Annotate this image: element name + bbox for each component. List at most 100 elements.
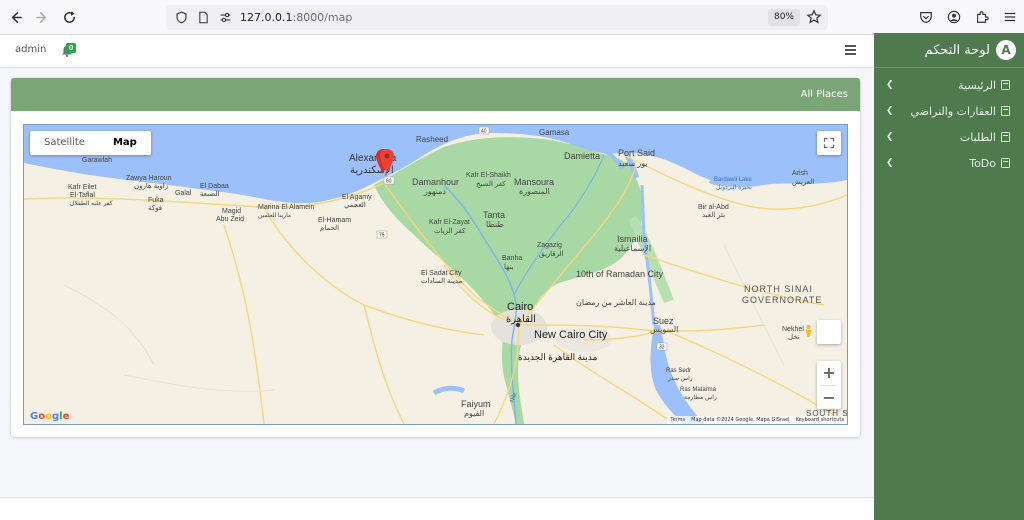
road-shield-33: 33 — [659, 345, 665, 351]
sidebar-item-requests[interactable]: ❮ الطلبات — [874, 124, 1024, 150]
label-kafr-eilet: Kafr Eilet — [68, 184, 96, 191]
label-port-said: Port Said — [618, 148, 655, 158]
permissions-icon[interactable] — [214, 7, 236, 29]
top-navbar: admin 0 — [0, 35, 874, 68]
pocket-icon[interactable] — [916, 7, 936, 27]
sidebar-toggle-icon[interactable] — [845, 45, 856, 55]
sidebar-item-label: الطلبات — [959, 130, 996, 144]
brand-text: لوحة التحكم — [924, 42, 990, 58]
map-type-map[interactable]: Map — [99, 131, 151, 155]
label-fuka: Fuka — [148, 197, 164, 204]
back-icon[interactable] — [2, 4, 28, 30]
label-port-said-ar: بور سعيد — [618, 159, 648, 168]
label-ismailia: Ismailia — [617, 234, 648, 244]
label-el-hamam: El-Hamam — [318, 217, 351, 224]
label-bir-al-abd-ar: بئر العبد — [702, 211, 725, 219]
sidebar-item-home[interactable]: ❮ الرئيسية — [874, 72, 1024, 98]
label-tenth-ramadan-ar: مدينة العاشر من رمضان — [576, 298, 656, 307]
label-kafr-el-sheikh-ar: كفر الشيخ — [476, 180, 506, 188]
chevron-left-icon: ❮ — [886, 132, 894, 142]
sidebar: لوحة التحكم A ❮ الرئيسية ❮ العقارات والن… — [874, 33, 1024, 520]
road-shield-60: 60 — [386, 179, 392, 185]
menu-icon[interactable] — [1000, 7, 1020, 27]
url-text: 127.0.0.1:8000/map — [240, 11, 353, 24]
label-el-agamy-ar: العجمي — [344, 201, 366, 209]
forward-icon[interactable] — [29, 4, 55, 30]
zoom-in-button[interactable]: + — [817, 361, 841, 385]
label-suez-ar: السويس — [650, 325, 678, 334]
street-view-button[interactable] — [805, 320, 841, 344]
book-icon — [1001, 106, 1010, 116]
map-attribution: Terms Map data ©2024 Google, Mapa GISrae… — [667, 416, 847, 424]
label-nekhel-ar: نخل — [788, 333, 800, 341]
google-logo[interactable]: Google — [30, 411, 69, 422]
label-bir-al-abd: Bir al-Abd — [698, 204, 729, 211]
book-icon — [1001, 132, 1010, 142]
label-ismailia-ar: الإسماعيلية — [614, 244, 651, 253]
label-el-dabaa: El Dabaa — [200, 183, 229, 190]
label-cairo: Cairo — [507, 301, 533, 313]
label-el-dabaa-ar: الضبعة — [200, 190, 219, 198]
zoom-level[interactable]: 80% — [767, 9, 800, 26]
label-faiyum: Faiyum — [461, 399, 491, 409]
shield-icon[interactable] — [170, 7, 192, 29]
map-canvas[interactable]: Alexandria الإسكندرية Rasheed Gamasa Dam… — [24, 125, 847, 424]
map-pin-icon[interactable] — [374, 145, 396, 175]
chevron-left-icon: ❮ — [886, 106, 894, 116]
label-mansoura: Mansoura — [514, 177, 554, 187]
label-damanhour-ar: دمنهور — [423, 187, 446, 196]
url-bar[interactable]: 127.0.0.1:8000/map 80% — [166, 5, 828, 30]
fullscreen-button[interactable] — [817, 131, 841, 155]
map-data-credit: Map data ©2024 Google, Mapa GISrael — [691, 417, 790, 423]
label-el-hamam-ar: الحمام — [320, 224, 339, 232]
places-card: All Places Alexandria الإسكندرية Rasheed… — [11, 78, 860, 437]
notification-badge: 0 — [66, 43, 76, 53]
label-tanta: Tanta — [483, 210, 505, 220]
zoom-control: + − — [817, 361, 841, 409]
fullscreen-icon — [823, 137, 835, 149]
label-kafr-el-zayat-ar: كفر الزيات — [434, 227, 466, 235]
label-zawya-haroun: Zawya Haroun — [126, 175, 172, 182]
reload-icon[interactable] — [56, 4, 82, 30]
book-icon — [1001, 80, 1010, 90]
browser-toolbar: 127.0.0.1:8000/map 80% — [0, 0, 1024, 35]
extensions-icon[interactable] — [972, 7, 992, 27]
keyboard-shortcuts-link[interactable]: Keyboard shortcuts — [796, 417, 844, 423]
label-zagazig: Zagazig — [537, 242, 562, 249]
label-new-cairo-ar: مدينة القاهرة الجديدة — [518, 352, 597, 363]
label-zagazig-ar: الزقازيق — [539, 250, 564, 258]
label-gamasa: Gamasa — [539, 128, 570, 137]
user-menu[interactable]: admin — [15, 44, 46, 55]
map-type-satellite[interactable]: Satellite — [30, 131, 99, 155]
brand-link[interactable]: لوحة التحكم A — [874, 33, 1024, 68]
label-north-sinai: NORTH SINAI — [744, 284, 813, 294]
label-bardawil-lake: Bardawil Lake — [714, 177, 752, 183]
book-icon — [1001, 158, 1010, 168]
label-ras-sedr-ar: راس سدر — [667, 375, 693, 382]
label-arish-ar: العريش — [792, 178, 814, 186]
account-icon[interactable] — [944, 7, 964, 27]
label-garawlah: Garawlah — [82, 157, 112, 164]
sidebar-item-label: الرئيسية — [958, 78, 996, 92]
label-mansoura-ar: المنصورة — [519, 187, 550, 196]
footer — [0, 498, 874, 520]
label-ras-sedr: Ras Sedr — [666, 368, 691, 374]
sidebar-item-todo[interactable]: ❮ ToDo — [874, 150, 1024, 176]
label-kafr-el-sheikh: Kafr El-Shaikh — [466, 172, 511, 179]
chevron-left-icon: ❮ — [886, 80, 894, 90]
zoom-out-button[interactable]: − — [817, 386, 841, 410]
road-shield-75: 75 — [379, 233, 385, 239]
map-container[interactable]: Alexandria الإسكندرية Rasheed Gamasa Dam… — [23, 124, 848, 425]
label-fuka-ar: فوكة — [148, 204, 162, 212]
label-banha-ar: بنها — [504, 263, 513, 271]
card-title: All Places — [11, 78, 860, 111]
brand-logo-icon: A — [996, 40, 1016, 60]
terms-link[interactable]: Terms — [670, 417, 685, 423]
label-el-agamy: El Agamy — [342, 194, 372, 201]
label-arish: Arish — [792, 170, 808, 177]
bookmark-star-icon[interactable] — [806, 9, 822, 25]
label-magid: Magid — [222, 208, 241, 215]
map-type-control: Satellite Map — [30, 131, 151, 155]
sidebar-item-properties[interactable]: ❮ العقارات والنراضي — [874, 98, 1024, 124]
label-governorate: GOVERNORATE — [742, 295, 822, 305]
